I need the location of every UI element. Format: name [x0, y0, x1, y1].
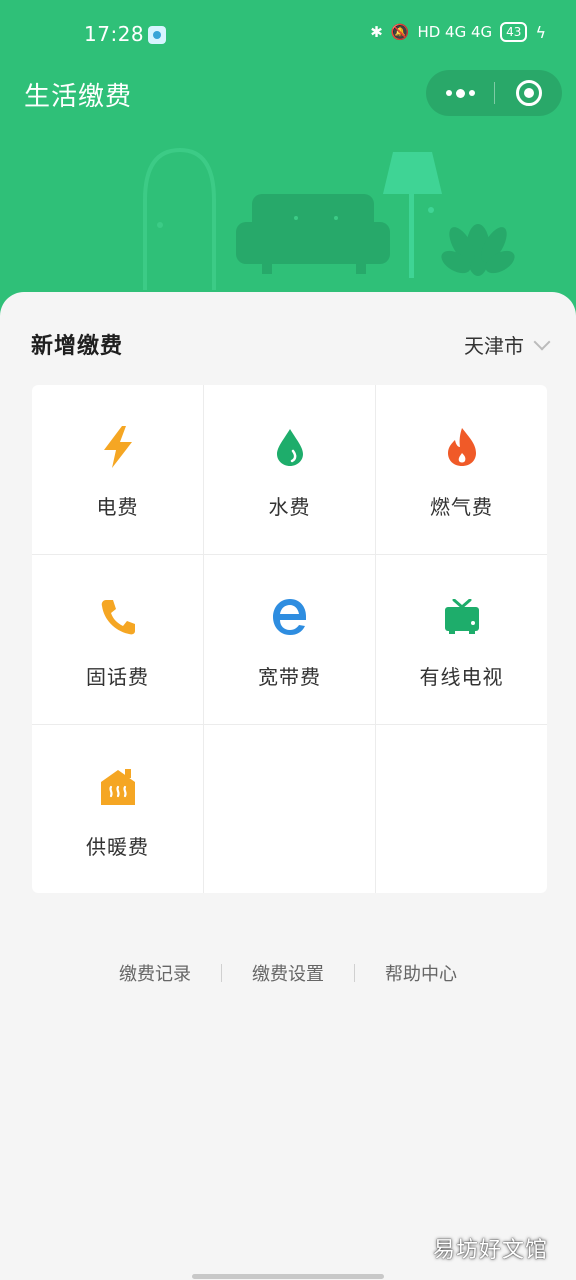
miniprogram-capsule	[426, 70, 562, 116]
app-notification-icon	[148, 26, 166, 44]
more-dots-icon[interactable]	[426, 70, 494, 116]
water-drop-icon	[270, 425, 310, 469]
service-gas[interactable]: 燃气费	[376, 385, 547, 554]
service-heating[interactable]: 供暖费	[32, 725, 203, 893]
section-title: 新增缴费	[31, 334, 124, 359]
city-label: 天津市	[464, 334, 524, 358]
status-bar: 17:28 ✱ 🔕 HD 4G 4G 43 ϟ	[0, 0, 576, 72]
phone-icon	[98, 595, 138, 639]
service-electric[interactable]: 电费	[32, 385, 203, 554]
payment-settings-link[interactable]: 缴费设置	[222, 960, 354, 986]
battery-level: 43	[500, 22, 528, 42]
service-landline[interactable]: 固话费	[32, 555, 203, 724]
service-grid: 电费 水费 燃气费 固话费 宽带费 有线电视 供暖费	[32, 385, 547, 893]
network-labels: HD 4G 4G	[417, 23, 493, 41]
service-label: 水费	[268, 495, 311, 519]
service-label: 电费	[96, 495, 139, 519]
service-label: 燃气费	[430, 495, 493, 519]
target-close-icon[interactable]	[516, 80, 542, 106]
help-center-link[interactable]: 帮助中心	[355, 960, 487, 986]
service-water[interactable]: 水费	[204, 385, 375, 554]
page-title: 生活缴费	[24, 82, 133, 112]
home-indicator[interactable]	[192, 1274, 384, 1279]
status-icons: ✱ 🔕 HD 4G 4G 43 ϟ	[370, 22, 546, 42]
content-sheet: 新增缴费 天津市 电费 水费 燃气费 固话费 宽带费 有线电视 供暖费 缴费记录…	[0, 292, 576, 1280]
footer-links: 缴费记录 缴费设置 帮助中心	[0, 960, 576, 986]
chevron-down-icon	[533, 333, 551, 350]
service-label: 供暖费	[86, 835, 149, 859]
service-broadband[interactable]: 宽带费	[204, 555, 375, 724]
watermark: 易坊好文馆	[432, 1238, 548, 1263]
status-time: 17:28	[84, 22, 145, 46]
payment-records-link[interactable]: 缴费记录	[89, 960, 221, 986]
service-label: 有线电视	[419, 665, 504, 689]
capsule-divider	[494, 82, 495, 104]
tv-icon	[442, 595, 482, 639]
browser-e-icon	[270, 595, 310, 639]
heating-house-icon	[98, 765, 138, 809]
mute-bell-icon: 🔕	[390, 23, 410, 41]
empty-cell	[204, 725, 375, 893]
flame-icon	[442, 425, 482, 469]
service-cable-tv[interactable]: 有线电视	[376, 555, 547, 724]
city-selector[interactable]: 天津市	[464, 330, 551, 359]
empty-cell	[376, 725, 547, 893]
lightning-icon	[98, 425, 138, 469]
charging-icon: ϟ	[535, 22, 546, 42]
header-banner: 17:28 ✱ 🔕 HD 4G 4G 43 ϟ 生活缴费	[0, 0, 576, 320]
bluetooth-icon: ✱	[370, 23, 383, 41]
service-label: 宽带费	[258, 665, 321, 689]
service-label: 固话费	[86, 665, 149, 689]
